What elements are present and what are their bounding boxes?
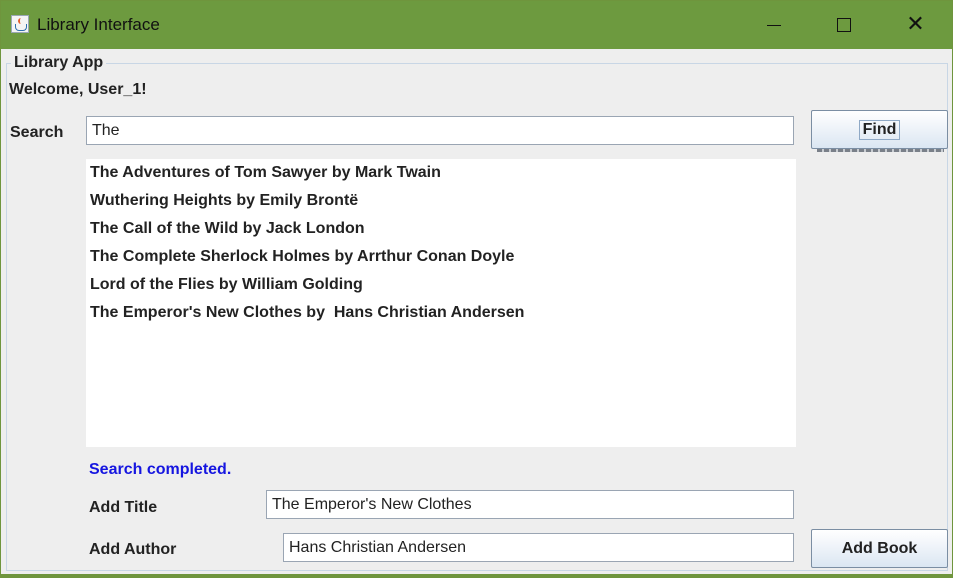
author-input[interactable]: Hans Christian Andersen bbox=[283, 533, 794, 562]
minimize-button[interactable] bbox=[751, 1, 796, 49]
add-author-label: Add Author bbox=[89, 541, 177, 558]
content-area: Library App Welcome, User_1! Search The … bbox=[1, 49, 952, 577]
window-bottom-border bbox=[1, 574, 952, 577]
maximize-icon bbox=[836, 18, 851, 32]
app-window: Library Interface ✕ Library App Welcome,… bbox=[0, 0, 953, 578]
title-input[interactable]: The Emperor's New Clothes bbox=[266, 490, 794, 519]
close-button[interactable]: ✕ bbox=[893, 1, 938, 49]
status-message: Search completed. bbox=[89, 461, 232, 478]
search-input[interactable]: The bbox=[86, 116, 794, 145]
add-book-button[interactable]: Add Book bbox=[811, 529, 948, 568]
minimize-icon bbox=[766, 24, 781, 26]
results-list[interactable]: The Adventures of Tom Sawyer by Mark Twa… bbox=[86, 159, 796, 447]
list-item[interactable]: Lord of the Flies by William Golding bbox=[90, 276, 363, 294]
window-title: Library Interface bbox=[37, 15, 160, 34]
list-item[interactable]: The Complete Sherlock Holmes by Arrthur … bbox=[90, 248, 514, 266]
clipped-label-fragment bbox=[817, 149, 944, 152]
panel-legend: Library App bbox=[11, 54, 107, 72]
add-title-label: Add Title bbox=[89, 499, 158, 516]
find-button-label: Find bbox=[858, 119, 901, 140]
title-bar[interactable]: Library Interface ✕ bbox=[1, 1, 952, 49]
welcome-text: Welcome, User_1! bbox=[9, 81, 147, 98]
list-item[interactable]: The Adventures of Tom Sawyer by Mark Twa… bbox=[90, 164, 441, 182]
java-cup-icon bbox=[11, 15, 29, 33]
list-item[interactable]: The Call of the Wild by Jack London bbox=[90, 220, 365, 238]
close-icon: ✕ bbox=[906, 12, 925, 37]
maximize-button[interactable] bbox=[821, 1, 866, 49]
list-item[interactable]: The Emperor's New Clothes by Hans Christ… bbox=[90, 304, 524, 322]
list-item[interactable]: Wuthering Heights by Emily Brontë bbox=[90, 192, 358, 210]
search-label: Search bbox=[10, 124, 64, 141]
find-button[interactable]: Find bbox=[811, 110, 948, 149]
